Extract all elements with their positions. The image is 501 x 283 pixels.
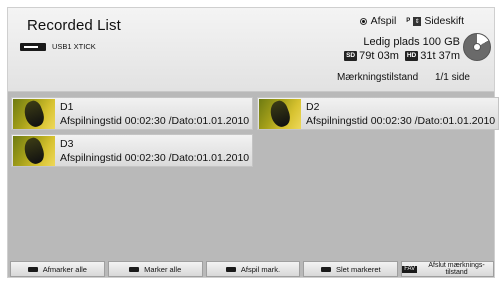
bottom-button-bar: Afmarker alle Marker alle Afspil mark. S… xyxy=(8,261,494,277)
fav-key-icon: FAV xyxy=(402,265,418,273)
delete-marked-button[interactable]: Slet markeret xyxy=(303,261,399,277)
recording-item[interactable]: D1 Afspilningstid 00:02:30 /Dato:01.01.2… xyxy=(11,97,253,130)
usb-icon xyxy=(20,42,46,51)
mark-all-label: Marker alle xyxy=(144,264,182,274)
recording-item[interactable]: D2 Afspilningstid 00:02:30 /Dato:01.01.2… xyxy=(257,97,499,130)
play-marked-label: Afspil mark. xyxy=(240,264,281,274)
play-marked-button[interactable]: Afspil mark. xyxy=(205,261,301,277)
hd-badge: HD xyxy=(404,51,419,61)
legend-play-label: Afspil xyxy=(370,15,397,27)
free-space-text: Ledig plads 100 GB xyxy=(363,36,460,48)
header-panel: Recorded List USB1 XTICK Afspil P ⇕ Side… xyxy=(8,8,494,92)
key-legend: Afspil P ⇕ Sideskift xyxy=(350,15,464,27)
sd-time: 79t 03m xyxy=(359,50,399,62)
page-info: 1/1 side xyxy=(434,72,470,83)
legend-page-turn-label: Sideskift xyxy=(424,15,464,27)
exit-mark-mode-button[interactable]: FAV Afslut mærknings-tilstand xyxy=(401,261,494,277)
recording-title: D1 xyxy=(60,101,74,113)
exit-mark-mode-label: Afslut mærknings-tilstand xyxy=(428,262,485,276)
page-updown-icon: ⇕ xyxy=(413,16,422,26)
thumbnail-image xyxy=(13,99,55,129)
disk-usage-icon xyxy=(463,33,491,61)
page-title: Recorded List xyxy=(27,17,121,34)
thumbnail-image xyxy=(13,136,55,166)
recording-info: Afspilningstid 00:02:30 /Dato:01.01.2010 xyxy=(306,115,496,127)
yellow-key-icon xyxy=(225,266,236,272)
thumbnail-image xyxy=(259,99,301,129)
recording-info: Afspilningstid 00:02:30 /Dato:01.01.2010 xyxy=(60,115,250,127)
recording-title: D2 xyxy=(306,101,320,113)
hd-time: 31t 37m xyxy=(420,50,460,62)
red-key-icon xyxy=(27,266,38,272)
delete-marked-label: Slet markeret xyxy=(335,264,381,274)
unmark-all-label: Afmarker alle xyxy=(42,264,87,274)
device-label: USB1 XTICK xyxy=(52,42,96,51)
legend-play: Afspil xyxy=(359,15,397,27)
green-key-icon xyxy=(129,266,140,272)
recording-item[interactable]: D3 Afspilningstid 00:02:30 /Dato:01.01.2… xyxy=(11,134,253,167)
recording-title: D3 xyxy=(60,138,74,150)
ok-button-icon xyxy=(359,17,367,25)
blue-key-icon xyxy=(320,266,331,272)
legend-page-turn: P ⇕ Sideskift xyxy=(406,15,464,27)
unmark-all-button[interactable]: Afmarker alle xyxy=(10,261,105,277)
recorded-list-screen: Recorded List USB1 XTICK Afspil P ⇕ Side… xyxy=(7,7,499,278)
mark-all-button[interactable]: Marker alle xyxy=(107,261,203,277)
mark-mode-label: Mærkningstilstand xyxy=(337,72,419,83)
recording-info: Afspilningstid 00:02:30 /Dato:01.01.2010 xyxy=(60,152,250,164)
mark-status: Mærkningstilstand 1/1 side xyxy=(337,72,470,83)
device-indicator: USB1 XTICK xyxy=(20,42,96,51)
sd-badge: SD xyxy=(344,51,358,61)
page-key-icon: P xyxy=(406,18,411,24)
storage-times: SD 79t 03m HD 31t 37m xyxy=(344,50,460,62)
